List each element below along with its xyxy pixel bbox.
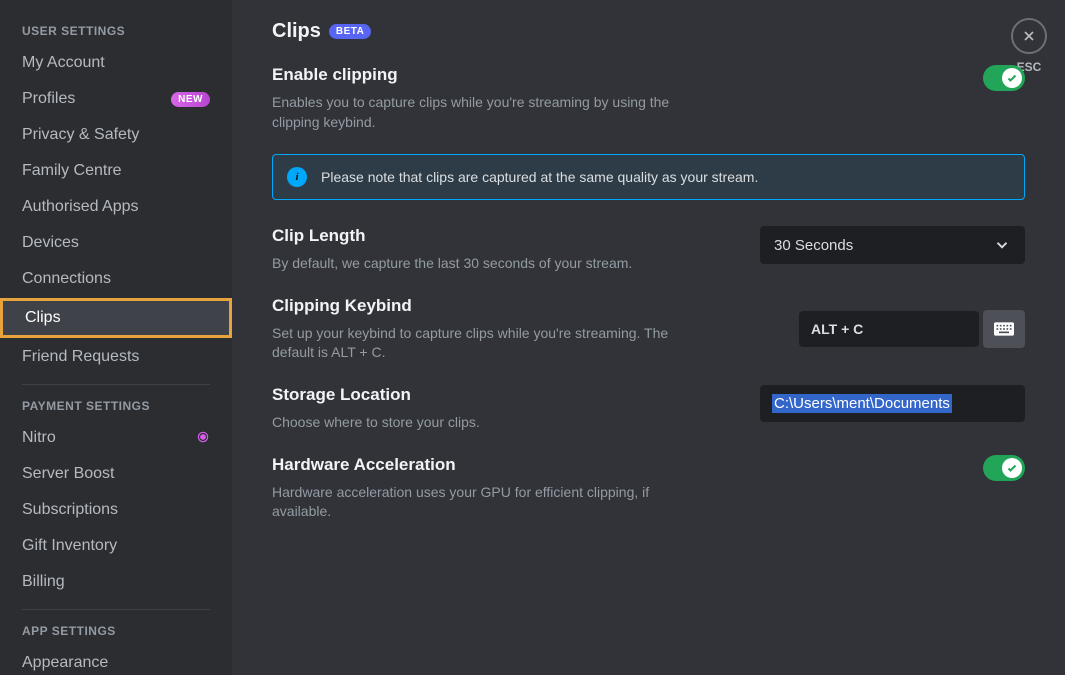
sidebar-item-label: Clips	[25, 309, 61, 327]
enable-clipping-row: Enable clipping Enables you to capture c…	[272, 65, 1025, 132]
keybind-input[interactable]	[799, 311, 979, 347]
settings-sidebar: USER SETTINGS My Account Profiles NEW Pr…	[0, 0, 232, 675]
notice-text: Please note that clips are captured at t…	[321, 169, 758, 185]
sidebar-item-label: Server Boost	[22, 465, 114, 483]
enable-clipping-toggle[interactable]	[983, 65, 1025, 91]
sidebar-item-privacy-safety[interactable]: Privacy & Safety	[8, 118, 224, 152]
sidebar-item-connections[interactable]: Connections	[8, 262, 224, 296]
sidebar-item-label: Connections	[22, 270, 111, 288]
sidebar-item-billing[interactable]: Billing	[8, 565, 224, 599]
check-icon	[1006, 462, 1018, 474]
sidebar-item-clips[interactable]: Clips	[0, 298, 232, 338]
enable-clipping-desc: Enables you to capture clips while you'r…	[272, 93, 692, 132]
sidebar-section-app-settings: APP SETTINGS	[8, 620, 224, 644]
storage-location-value: C:\Users\ment\Documents	[772, 394, 952, 413]
keyboard-icon	[994, 322, 1014, 336]
settings-content: ESC Clips BETA Enable clipping Enables y…	[232, 0, 1065, 675]
storage-title: Storage Location	[272, 385, 692, 405]
sidebar-item-label: Profiles	[22, 90, 75, 108]
beta-badge: BETA	[329, 24, 371, 39]
divider	[22, 384, 210, 385]
clip-length-row: Clip Length By default, we capture the l…	[272, 226, 1025, 274]
storage-row: Storage Location Choose where to store y…	[272, 385, 1025, 433]
keybind-title: Clipping Keybind	[272, 296, 692, 316]
close-button[interactable]	[1011, 18, 1047, 54]
sidebar-item-profiles[interactable]: Profiles NEW	[8, 82, 224, 116]
divider	[22, 609, 210, 610]
sidebar-item-devices[interactable]: Devices	[8, 226, 224, 260]
hw-accel-toggle[interactable]	[983, 455, 1025, 481]
sidebar-item-label: Authorised Apps	[22, 198, 139, 216]
sidebar-item-label: Gift Inventory	[22, 537, 117, 555]
quality-notice: i Please note that clips are captured at…	[272, 154, 1025, 200]
sidebar-item-label: Nitro	[22, 429, 56, 447]
sidebar-item-my-account[interactable]: My Account	[8, 46, 224, 80]
sidebar-item-label: Devices	[22, 234, 79, 252]
clip-length-desc: By default, we capture the last 30 secon…	[272, 254, 692, 274]
sidebar-item-server-boost[interactable]: Server Boost	[8, 457, 224, 491]
new-badge: NEW	[171, 92, 210, 107]
sidebar-section-payment-settings: PAYMENT SETTINGS	[8, 395, 224, 419]
clip-length-title: Clip Length	[272, 226, 692, 246]
close-icon	[1021, 28, 1037, 44]
hw-accel-row: Hardware Acceleration Hardware accelerat…	[272, 455, 1025, 522]
sidebar-item-label: Family Centre	[22, 162, 122, 180]
sidebar-item-nitro[interactable]: Nitro	[8, 421, 224, 455]
sidebar-item-appearance[interactable]: Appearance	[8, 646, 224, 675]
sidebar-item-label: Billing	[22, 573, 65, 591]
storage-location-field[interactable]: C:\Users\ment\Documents	[760, 385, 1025, 422]
sidebar-item-label: Subscriptions	[22, 501, 118, 519]
page-title-row: Clips BETA	[272, 20, 1025, 43]
sidebar-item-family-centre[interactable]: Family Centre	[8, 154, 224, 188]
keybind-row: Clipping Keybind Set up your keybind to …	[272, 296, 1025, 363]
clip-length-select[interactable]: 30 Seconds	[760, 226, 1025, 264]
nitro-icon	[196, 430, 210, 447]
sidebar-item-friend-requests[interactable]: Friend Requests	[8, 340, 224, 374]
check-icon	[1006, 72, 1018, 84]
info-icon: i	[287, 167, 307, 187]
clip-length-value: 30 Seconds	[774, 237, 853, 254]
chevron-down-icon	[993, 236, 1011, 254]
keybind-desc: Set up your keybind to capture clips whi…	[272, 324, 692, 363]
sidebar-item-authorised-apps[interactable]: Authorised Apps	[8, 190, 224, 224]
page-title: Clips	[272, 20, 321, 43]
hw-accel-desc: Hardware acceleration uses your GPU for …	[272, 483, 692, 522]
enable-clipping-title: Enable clipping	[272, 65, 692, 85]
sidebar-item-label: Privacy & Safety	[22, 126, 139, 144]
sidebar-item-label: Friend Requests	[22, 348, 139, 366]
sidebar-item-gift-inventory[interactable]: Gift Inventory	[8, 529, 224, 563]
sidebar-item-label: My Account	[22, 54, 105, 72]
sidebar-section-user-settings: USER SETTINGS	[8, 20, 224, 44]
keybind-record-button[interactable]	[983, 310, 1025, 348]
storage-desc: Choose where to store your clips.	[272, 413, 692, 433]
hw-accel-title: Hardware Acceleration	[272, 455, 692, 475]
sidebar-item-label: Appearance	[22, 654, 108, 672]
sidebar-item-subscriptions[interactable]: Subscriptions	[8, 493, 224, 527]
